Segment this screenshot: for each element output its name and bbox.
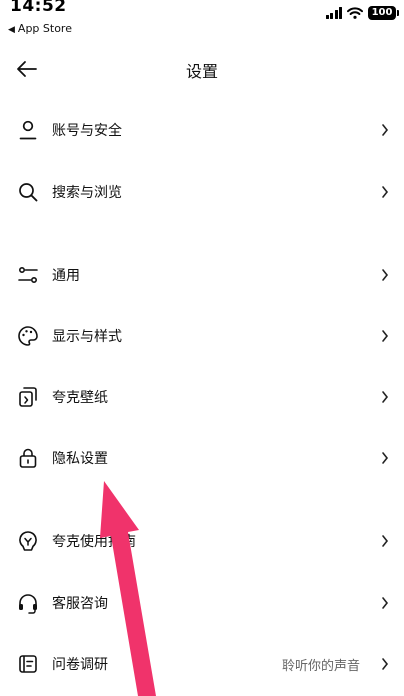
settings-item-customer-service[interactable]: 客服咨询 [0, 578, 404, 628]
settings-item-survey[interactable]: 问卷调研 聆听你的声音 [0, 639, 404, 689]
settings-item-label: 搜索与浏览 [52, 185, 122, 201]
guide-icon [19, 531, 37, 551]
settings-item-label: 夸克壁纸 [52, 390, 108, 406]
settings-item-account-security[interactable]: 账号与安全 [0, 105, 404, 155]
battery-icon: 100 [368, 6, 399, 20]
chevron-right-icon [382, 124, 389, 136]
settings-item-label: 问卷调研 [52, 657, 108, 673]
settings-item-label: 隐私设置 [52, 451, 108, 467]
chevron-right-icon [382, 452, 389, 464]
back-app-label: App Store [17, 22, 72, 35]
settings-item-display-style[interactable]: 显示与样式 [0, 311, 404, 361]
survey-hint-text: 聆听你的声音 [281, 659, 360, 674]
palette-icon [18, 326, 38, 346]
settings-page: 14:52 ◀ App Store 100 设置 账号与安全 搜索与浏览 通用 … [0, 0, 404, 696]
settings-item-label: 显示与样式 [52, 329, 122, 345]
status-time: 14:52 [10, 0, 67, 16]
chevron-right-icon [382, 658, 389, 670]
survey-icon [19, 655, 37, 673]
chevron-right-icon [382, 330, 389, 342]
settings-item-general[interactable]: 通用 [0, 250, 404, 300]
settings-item-wallpaper[interactable]: 夸克壁纸 [0, 372, 404, 422]
nav-bar: 设置 [0, 48, 404, 92]
settings-item-label: 账号与安全 [52, 123, 122, 139]
lock-icon [19, 448, 37, 468]
chevron-right-icon [382, 186, 389, 198]
user-icon [19, 120, 37, 140]
chevron-right-icon [382, 535, 389, 547]
back-to-app-store-link[interactable]: ◀ App Store [8, 22, 72, 35]
settings-item-label: 夸克使用指南 [52, 534, 136, 550]
settings-item-label: 客服咨询 [52, 596, 108, 612]
wifi-icon [347, 7, 363, 19]
cellular-signal-icon [325, 7, 342, 19]
sliders-icon [18, 267, 38, 284]
wallpaper-icon [19, 387, 37, 407]
chevron-right-icon [382, 269, 389, 281]
page-title: 设置 [185, 62, 218, 81]
settings-item-privacy[interactable]: 隐私设置 [0, 433, 404, 483]
headset-icon [19, 594, 37, 614]
chevron-right-icon [382, 597, 389, 609]
settings-item-label: 通用 [52, 268, 80, 284]
back-triangle-icon: ◀ [8, 25, 15, 35]
search-icon [19, 183, 38, 202]
status-indicators: 100 [325, 6, 399, 20]
chevron-right-icon [382, 391, 389, 403]
status-bar: 14:52 ◀ App Store 100 [0, 0, 404, 36]
settings-item-user-guide[interactable]: 夸克使用指南 [0, 516, 404, 566]
settings-item-search-browse[interactable]: 搜索与浏览 [0, 167, 404, 217]
